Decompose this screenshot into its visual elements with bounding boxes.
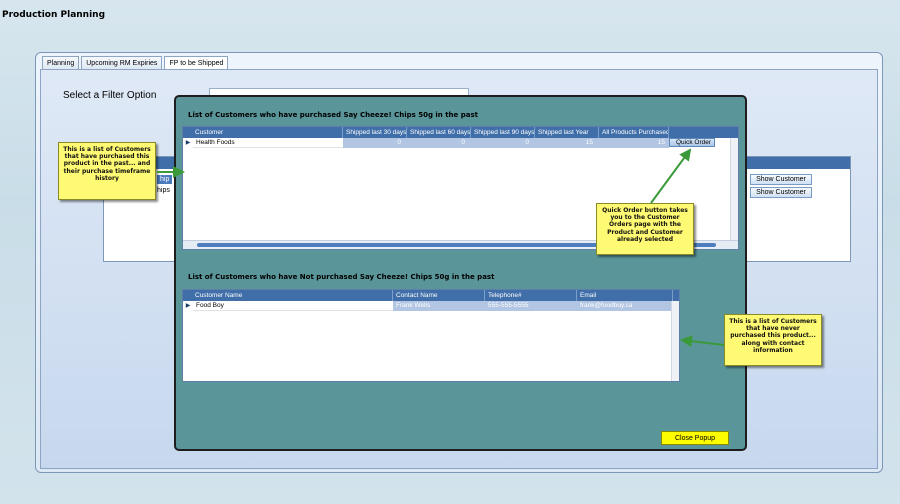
- table-row[interactable]: ▶ Health Foods 0 0 0 15 15 Quick Order: [183, 138, 738, 148]
- customers-popup: List of Customers who have purchased Say…: [174, 95, 747, 451]
- cell-customer-name: Food Boy: [193, 301, 393, 311]
- callout-quick-order: Quick Order button takes you to the Cust…: [596, 203, 694, 255]
- cell-d90: 0: [471, 138, 535, 148]
- col-shipped-90[interactable]: Shipped last 90 days: [471, 127, 535, 138]
- col-shipped-30[interactable]: Shipped last 30 days: [343, 127, 407, 138]
- not-purchased-grid: Customer Name Contact Name Telephone# Em…: [182, 289, 680, 382]
- cell-d30: 0: [343, 138, 407, 148]
- col-shipped-60[interactable]: Shipped last 60 days: [407, 127, 471, 138]
- cell-year: 15: [535, 138, 599, 148]
- col-email[interactable]: Email: [577, 290, 673, 301]
- col-customer-name[interactable]: Customer Name: [183, 290, 393, 301]
- purchased-grid-header: Customer Shipped last 30 days Shipped la…: [183, 127, 738, 138]
- background-product-cell-2: hips: [157, 187, 170, 194]
- cell-d60: 0: [407, 138, 471, 148]
- filter-label: Select a Filter Option: [63, 90, 157, 101]
- tab-upcoming-rm-expiries[interactable]: Upcoming RM Expiries: [81, 56, 163, 70]
- tab-fp-to-be-shipped[interactable]: FP to be Shipped: [164, 56, 229, 70]
- col-customer[interactable]: Customer: [183, 127, 343, 138]
- not-purchased-grid-vscroll[interactable]: [671, 301, 679, 381]
- table-row[interactable]: ▶ Food Boy Frank Wells 555-555-5555 fran…: [183, 301, 679, 311]
- show-customer-button-2[interactable]: Show Customer: [750, 187, 812, 198]
- col-telephone[interactable]: Telephone#: [485, 290, 577, 301]
- cell-email: frank@foodboy.ca: [577, 301, 673, 311]
- app-title: Production Planning: [2, 10, 106, 20]
- col-all-products[interactable]: All Products Purchased: [599, 127, 669, 138]
- row-indicator-icon: ▶: [185, 140, 191, 146]
- cell-all: 15: [599, 138, 669, 148]
- callout-purchased-list: This is a list of Customers that have pu…: [58, 142, 156, 200]
- purchased-heading: List of Customers who have purchased Say…: [188, 111, 478, 119]
- not-purchased-heading: List of Customers who have Not purchased…: [188, 273, 495, 281]
- not-purchased-grid-header: Customer Name Contact Name Telephone# Em…: [183, 290, 679, 301]
- show-customer-button-1[interactable]: Show Customer: [750, 174, 812, 185]
- cell-contact-name: Frank Wells: [393, 301, 485, 311]
- background-product-cell: hip: [157, 175, 173, 184]
- close-popup-button[interactable]: Close Popup: [661, 431, 729, 445]
- callout-not-purchased-list: This is a list of Customers that have ne…: [724, 314, 822, 366]
- col-contact-name[interactable]: Contact Name: [393, 290, 485, 301]
- row-indicator-icon: ▶: [185, 303, 191, 309]
- col-shipped-year[interactable]: Shipped last Year: [535, 127, 599, 138]
- tab-strip: Planning Upcoming RM Expiries FP to be S…: [42, 56, 229, 70]
- purchased-grid-vscroll[interactable]: [730, 138, 738, 240]
- cell-customer: Health Foods: [193, 138, 343, 148]
- quick-order-button[interactable]: Quick Order: [669, 138, 715, 147]
- tab-planning[interactable]: Planning: [42, 56, 80, 70]
- cell-telephone: 555-555-5555: [485, 301, 577, 311]
